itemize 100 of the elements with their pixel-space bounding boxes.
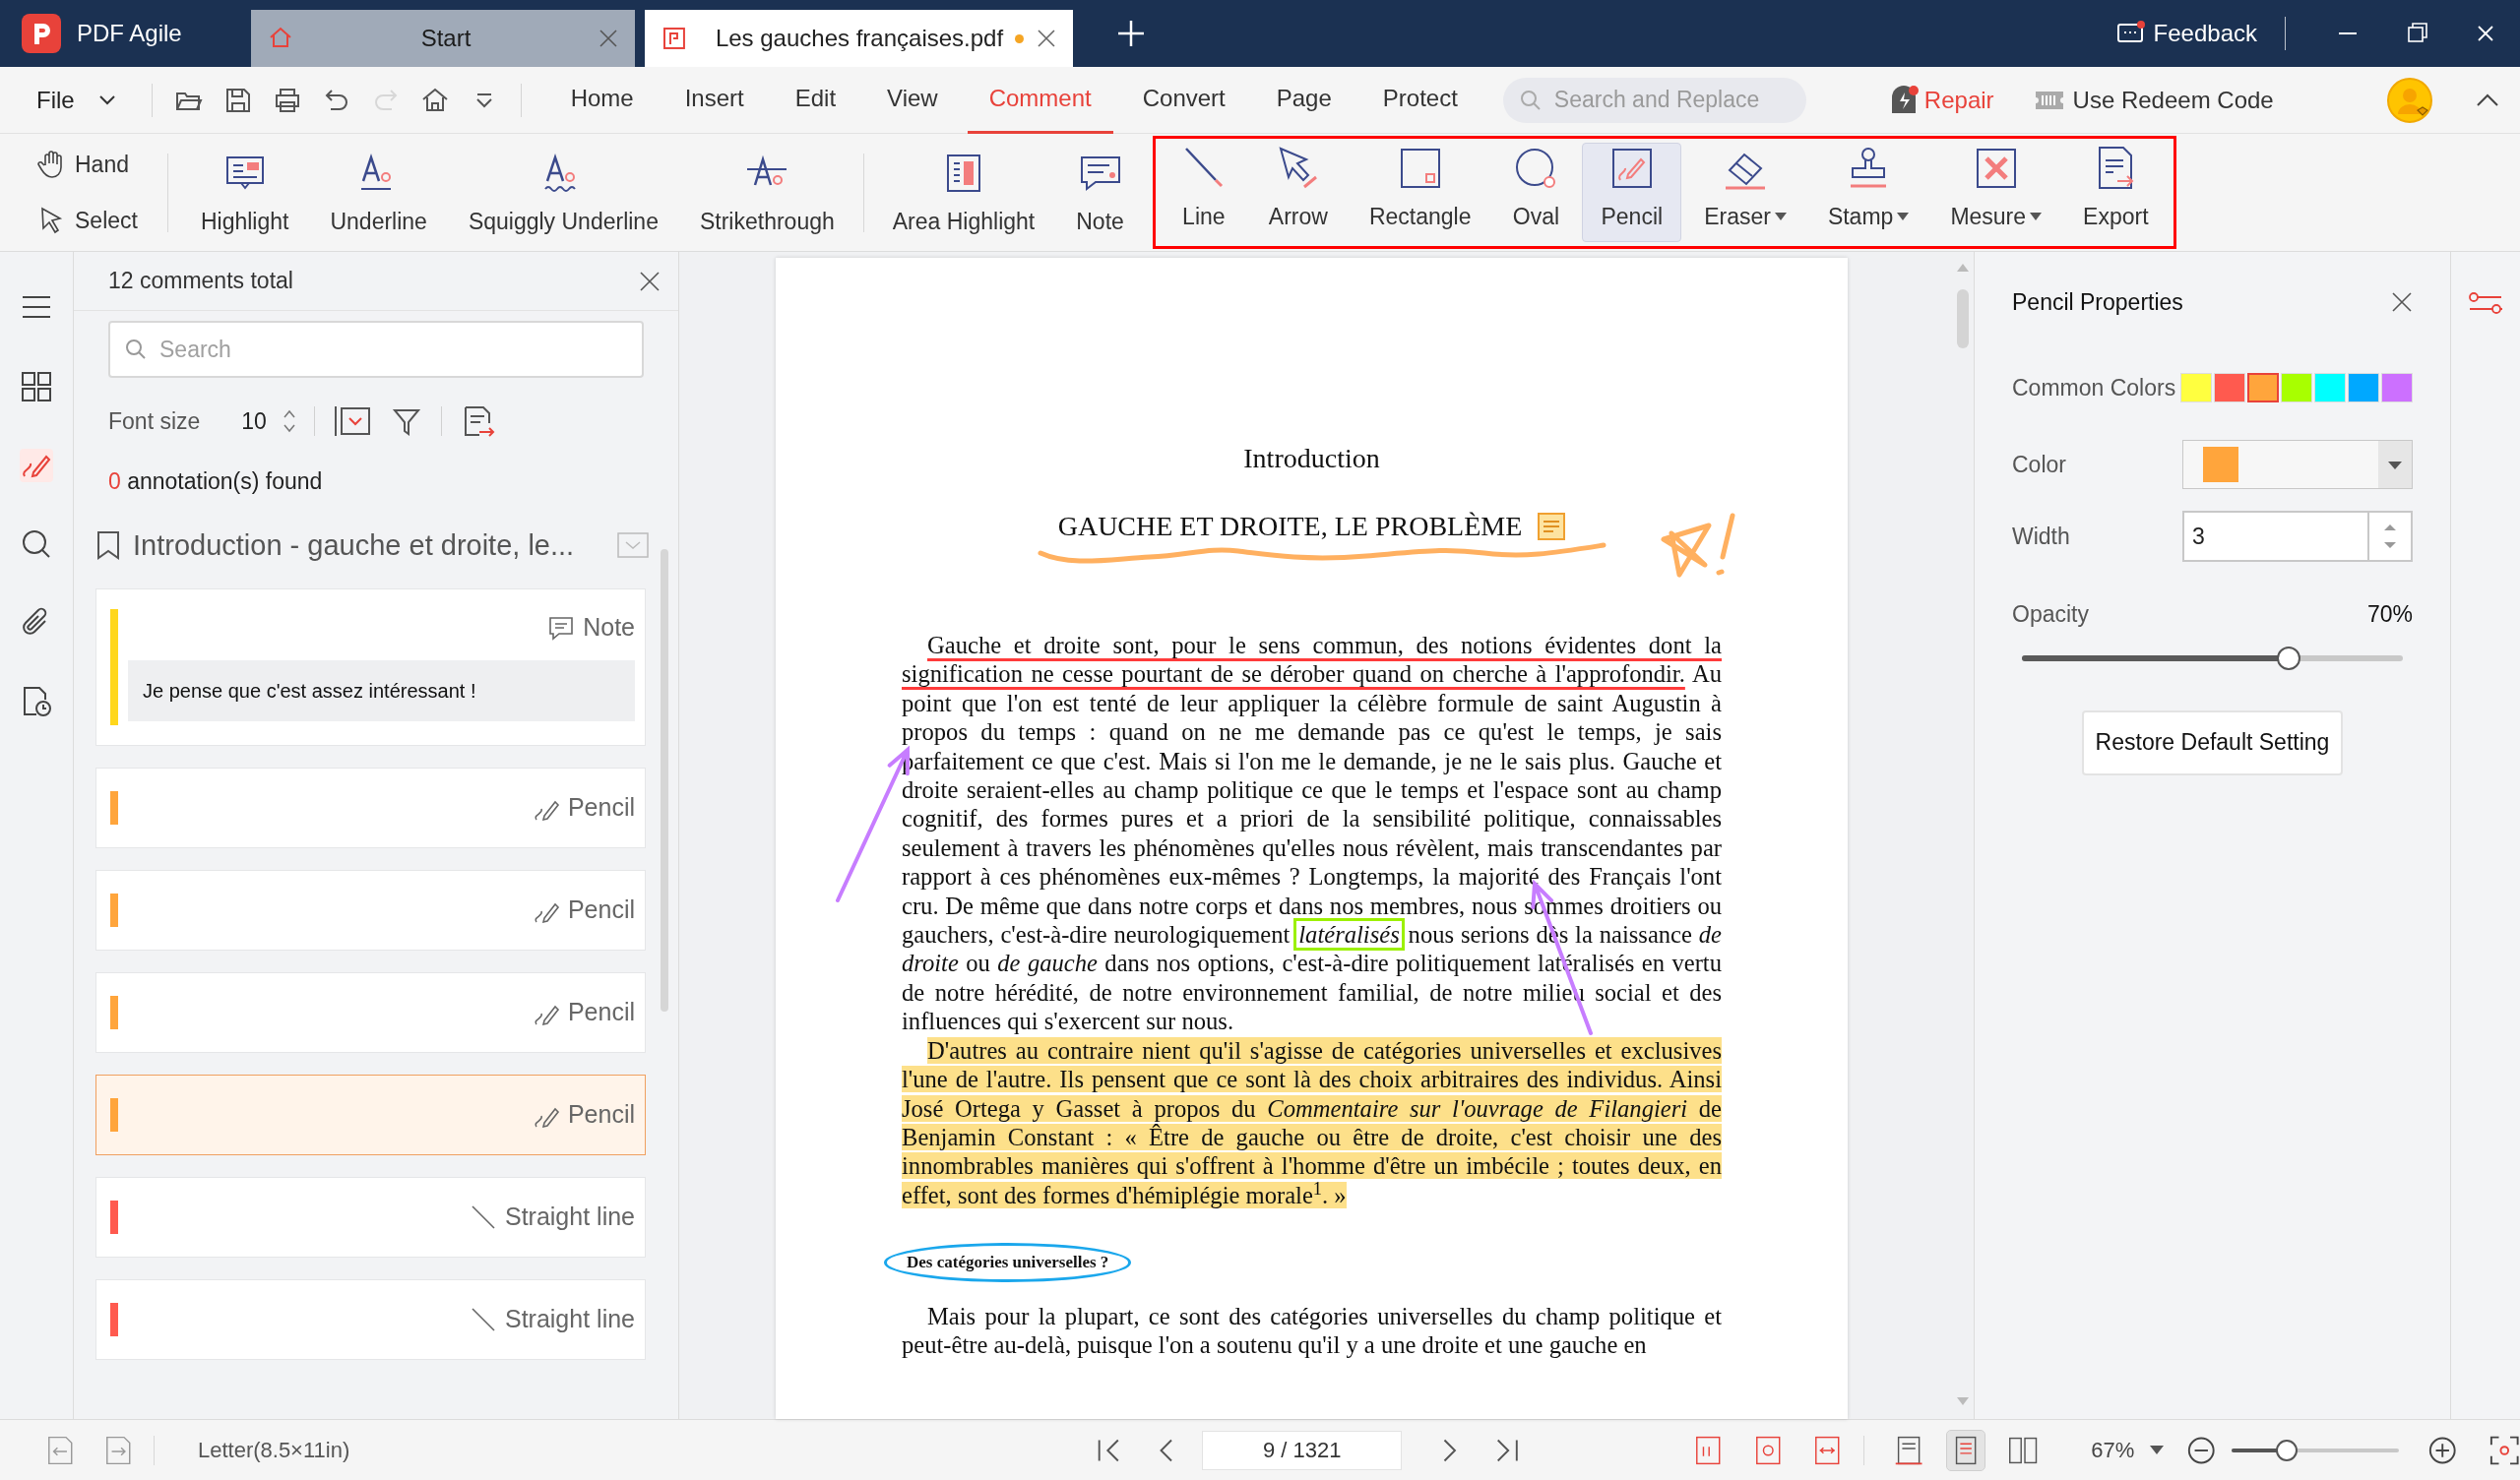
grid-icon[interactable] xyxy=(20,370,53,403)
collapse-ribbon-icon[interactable] xyxy=(2475,92,2500,108)
close-icon[interactable] xyxy=(2391,291,2413,314)
tool-label: Rectangle xyxy=(1368,202,1472,231)
scrollbar-thumb[interactable] xyxy=(661,549,668,1012)
oval-tool-button[interactable]: Oval xyxy=(1493,143,1579,242)
document-heading: GAUCHE ET DROITE, LE PROBLÈME xyxy=(1057,510,1523,543)
slider-thumb[interactable] xyxy=(2276,1439,2298,1461)
tool-label: Pencil xyxy=(1601,202,1664,231)
collapse-all-icon[interactable] xyxy=(332,404,372,438)
ribbon-tab[interactable]: View xyxy=(865,66,960,134)
document-tab[interactable]: Start xyxy=(251,10,635,67)
feedback-button[interactable]: Feedback xyxy=(2115,0,2257,67)
arrow-tool-button[interactable]: Arrow xyxy=(1249,143,1347,242)
close-icon[interactable] xyxy=(1036,28,1057,49)
pdf-file-icon xyxy=(661,25,688,52)
measure-tool-button[interactable]: Mesure xyxy=(1931,143,2061,242)
width-field[interactable]: 3 xyxy=(2182,511,2413,562)
filter-icon[interactable] xyxy=(391,406,421,436)
panel-title: Pencil Properties xyxy=(2012,288,2183,317)
slider-thumb[interactable] xyxy=(2276,646,2300,670)
eraser-tool-button[interactable]: Eraser xyxy=(1685,143,1805,242)
export-tool-button[interactable]: Export xyxy=(2064,143,2168,242)
comment-card[interactable]: Note Je pense que c'est assez intéressant ! xyxy=(95,588,646,746)
tool-label: Oval xyxy=(1512,202,1560,231)
select-tool-button[interactable]: Select xyxy=(37,203,138,237)
new-tab-plus-icon[interactable] xyxy=(1116,19,1146,48)
caret-down-icon xyxy=(97,93,116,106)
sliders-icon[interactable] xyxy=(2469,291,2502,315)
comment-group-title: Introduction - gauche et droite, le... xyxy=(133,527,576,563)
comment-card[interactable]: Pencil xyxy=(95,768,646,848)
zoom-slider[interactable] xyxy=(2231,1438,2399,1462)
comment-type-label: Pencil xyxy=(567,997,635,1028)
caret-down-icon xyxy=(2150,1446,2165,1454)
ribbon-tab[interactable]: Home xyxy=(548,66,656,134)
tool-label: Strikethrough xyxy=(699,207,835,236)
repair-button[interactable]: Repair xyxy=(1886,82,1994,118)
stepper-arrows-icon xyxy=(282,408,296,434)
zoom-dropdown[interactable]: 67% xyxy=(2091,1434,2165,1466)
color-dropdown[interactable] xyxy=(2182,440,2413,489)
field-label: Opacity xyxy=(2012,600,2089,629)
comment-card[interactable]: Straight line xyxy=(95,1177,646,1258)
app-name: PDF Agile xyxy=(77,19,182,48)
opacity-slider[interactable] xyxy=(2022,645,2403,671)
scrollbar-thumb[interactable] xyxy=(1957,289,1969,348)
file-menu[interactable]: File xyxy=(0,82,140,118)
rectangle-tool-button[interactable]: Rectangle xyxy=(1350,143,1490,242)
close-icon[interactable] xyxy=(639,270,661,292)
tool-label: Highlight xyxy=(200,207,289,236)
subheading: Des catégories universelles ? xyxy=(884,1243,1132,1282)
restore-default-button[interactable]: Restore Default Setting xyxy=(2081,709,2344,775)
comment-card[interactable]: Straight line xyxy=(95,1279,646,1360)
search-field[interactable]: Search and Replace xyxy=(1502,77,1806,123)
ribbon-tab[interactable]: Convert xyxy=(1120,66,1247,134)
annotations-found-text: 0 annotation(s) found xyxy=(107,467,324,496)
document-tab[interactable]: Les gauches françaises.pdf xyxy=(645,10,1073,67)
page-number-field[interactable]: 9 / 1321 xyxy=(1202,1430,1403,1470)
font-size-stepper[interactable]: 10 xyxy=(241,403,296,439)
tab-label: Les gauches françaises.pdf xyxy=(714,24,1004,53)
note-tool-button[interactable]: Note xyxy=(1057,138,1143,247)
page-size-label: Letter(8.5×11in) xyxy=(197,1437,350,1464)
line-tool-button[interactable]: Line xyxy=(1161,143,1246,242)
tool-label: Note xyxy=(1076,207,1124,236)
highlight-tool-button[interactable]: Highlight xyxy=(181,138,308,247)
ribbon-tab[interactable]: Insert xyxy=(662,66,766,134)
strikethrough-tool-button[interactable]: Strikethrough xyxy=(680,138,853,247)
search-icon xyxy=(1518,88,1543,112)
search-field[interactable]: Search xyxy=(108,321,644,378)
tool-label: Squiggly Underline xyxy=(468,207,659,236)
font-size-label: Font size xyxy=(108,406,201,436)
comment-card[interactable]: Pencil xyxy=(95,972,646,1053)
tool-label: Arrow xyxy=(1268,202,1328,231)
comment-card[interactable]: Pencil xyxy=(95,870,646,951)
caret-down-icon xyxy=(2378,441,2412,488)
ribbon-tab[interactable]: Protect xyxy=(1360,66,1480,134)
squiggly-tool-button[interactable]: Squiggly Underline xyxy=(449,138,677,247)
stamp-tool-button[interactable]: Stamp xyxy=(1808,143,1928,242)
field-label: Width xyxy=(2012,522,2070,551)
pencil-tool-button[interactable]: Pencil xyxy=(1582,143,1682,242)
comment-type-label: Straight line xyxy=(504,1304,635,1335)
stepper-arrows-icon[interactable] xyxy=(2384,524,2396,549)
comment-type-label: Pencil xyxy=(567,1099,635,1131)
continuous-page-view-icon[interactable] xyxy=(1946,1430,1985,1470)
ribbon-tab[interactable]: Edit xyxy=(773,66,858,134)
comment-card[interactable]: Pencil xyxy=(95,1075,646,1155)
note-marker-icon xyxy=(1538,513,1566,540)
comment-type-label: Pencil xyxy=(567,894,635,926)
comment-type-label: Straight line xyxy=(504,1202,635,1233)
tool-label: Stamp xyxy=(1827,202,1894,231)
area-tool-button[interactable]: Area Highlight xyxy=(873,138,1054,247)
app-logo-icon xyxy=(22,14,61,53)
redeem-code-button[interactable]: Use Redeem Code xyxy=(2033,82,2274,118)
hand-tool-button[interactable]: Hand xyxy=(37,148,138,182)
ribbon-tab[interactable]: Page xyxy=(1254,66,1354,134)
document-title: Introduction xyxy=(1242,442,1381,475)
pencil-icon[interactable] xyxy=(20,449,53,482)
color-swatch[interactable] xyxy=(2247,372,2279,402)
close-icon[interactable] xyxy=(598,28,619,49)
tool-label: Eraser xyxy=(1704,202,1771,231)
underline-tool-button[interactable]: Underline xyxy=(311,138,446,247)
